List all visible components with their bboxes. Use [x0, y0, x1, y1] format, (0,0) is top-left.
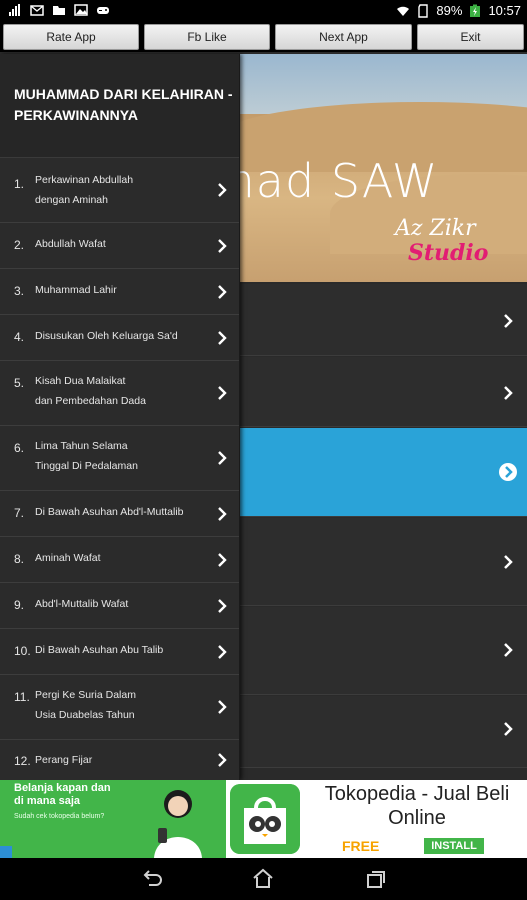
item-label: Perkawinan Abdullah dengan Aminah [35, 174, 134, 206]
recents-icon[interactable] [364, 867, 388, 891]
clock: 10:57 [488, 3, 521, 18]
chevron-right-icon [218, 553, 227, 567]
item-number: 6. [14, 441, 25, 455]
item-number: 1. [14, 177, 25, 191]
drawer-item-5[interactable]: 5. Kisah Dua Malaikat dan Pembedahan Dada [0, 361, 239, 426]
chevron-right-icon [504, 386, 513, 400]
chevron-right-icon [504, 722, 513, 736]
drawer-header: MUHAMMAD DARI KELAHIRAN - PERKAWINANNYA [0, 54, 239, 158]
drawer-item-3[interactable]: 3. Muhammad Lahir [0, 269, 239, 315]
item-label: Aminah Wafat [35, 552, 101, 564]
sd-card-icon [418, 3, 429, 18]
item-label: Di Bawah Asuhan Abu Talib [35, 644, 164, 656]
chevron-right-icon [218, 753, 227, 767]
item-label: Kisah Dua Malaikat dan Pembedahan Dada [35, 375, 146, 407]
ad-headline: Belanja kapan dan di mana saja [14, 782, 111, 807]
drawer-item-2[interactable]: 2. Abdullah Wafat [0, 223, 239, 269]
item-label: Muhammad Lahir [35, 284, 117, 296]
tokopedia-logo-icon [230, 784, 300, 854]
item-number: 7. [14, 506, 25, 520]
top-toolbar: Rate App Fb Like Next App Exit [0, 22, 527, 52]
item-label: Lima Tahun Selama Tinggal Di Pedalaman [35, 440, 138, 472]
chevron-right-icon [218, 645, 227, 659]
item-number: 5. [14, 376, 25, 390]
ad-subline: Sudah cek tokopedia belum? [14, 813, 105, 820]
ad-banner[interactable]: Belanja kapan dan di mana saja Sudah cek … [0, 780, 527, 858]
drawer-item-8[interactable]: 8. Aminah Wafat [0, 537, 239, 583]
install-button[interactable]: INSTALL [424, 838, 484, 854]
next-app-button[interactable]: Next App [275, 24, 412, 50]
brand-studio: Studio [408, 240, 489, 266]
adchoices-icon[interactable] [0, 846, 12, 858]
ad-app-name: Tokopedia - Jual Beli Online [324, 783, 510, 829]
app-screen: 89% 10:57 Rate App Fb Like Next App Exit… [0, 0, 527, 900]
battery-percent: 89% [436, 3, 463, 18]
notification-icons [8, 3, 110, 17]
image-icon [74, 4, 88, 16]
banner-title: mad SAW [210, 154, 439, 208]
exit-button[interactable]: Exit [417, 24, 524, 50]
wifi-icon [397, 6, 410, 16]
item-number: 3. [14, 284, 25, 298]
folder-icon [53, 6, 65, 15]
ad-model-image [154, 790, 202, 858]
item-number: 2. [14, 238, 25, 252]
battery-charging-icon [470, 4, 481, 17]
item-label: Disusukan Oleh Keluarga Sa'd [35, 330, 178, 342]
item-label: Perang Fijar [35, 754, 93, 766]
drawer-item-11[interactable]: 11. Pergi Ke Suria Dalam Usia Duabelas Ta… [0, 675, 239, 740]
drawer-item-1[interactable]: 1. Perkawinan Abdullah dengan Aminah [0, 158, 239, 223]
item-number: 10. [14, 644, 31, 658]
drawer-item-12[interactable]: 12. Perang Fijar [0, 740, 239, 780]
chevron-right-icon [218, 599, 227, 613]
home-icon[interactable] [251, 867, 275, 891]
mail-icon [30, 5, 44, 16]
item-label: Abdullah Wafat [35, 238, 106, 250]
chevron-right-icon [218, 451, 227, 465]
item-number: 11. [14, 690, 30, 704]
chevron-right-icon [218, 183, 227, 197]
item-label: Di Bawah Asuhan Abd'l-Muttalib [35, 506, 184, 518]
brand-name: Az Zikr [395, 216, 476, 241]
chevron-right-icon [218, 239, 227, 253]
ad-price: FREE [342, 838, 380, 854]
back-icon[interactable] [140, 867, 164, 891]
fb-like-button[interactable]: Fb Like [144, 24, 270, 50]
chevron-right-icon [499, 463, 517, 481]
item-label: Pergi Ke Suria Dalam Usia Duabelas Tahun [35, 689, 136, 721]
item-number: 4. [14, 330, 25, 344]
chevron-right-icon [218, 507, 227, 521]
drawer-item-9[interactable]: 9. Abd'l-Muttalib Wafat [0, 583, 239, 629]
navigation-drawer: MUHAMMAD DARI KELAHIRAN - PERKAWINANNYA … [0, 54, 240, 780]
drawer-item-10[interactable]: 10. Di Bawah Asuhan Abu Talib [0, 629, 239, 675]
status-bar: 89% 10:57 [0, 0, 527, 22]
chevron-right-icon [218, 700, 227, 714]
drawer-item-4[interactable]: 4. Disusukan Oleh Keluarga Sa'd [0, 315, 239, 361]
drawer-item-6[interactable]: 6. Lima Tahun Selama Tinggal Di Pedalaman [0, 426, 239, 491]
item-label: Abd'l-Muttalib Wafat [35, 598, 129, 610]
item-number: 9. [14, 598, 25, 612]
ad-promo-panel: Belanja kapan dan di mana saja Sudah cek … [0, 780, 226, 858]
chevron-right-icon [504, 643, 513, 657]
drawer-title: MUHAMMAD DARI KELAHIRAN - PERKAWINANNYA [14, 86, 233, 123]
rate-app-button[interactable]: Rate App [3, 24, 139, 50]
system-nav-bar [0, 858, 527, 900]
gamepad-icon [97, 7, 109, 14]
chevron-right-icon [504, 555, 513, 569]
chevron-right-icon [218, 386, 227, 400]
chevron-right-icon [218, 331, 227, 345]
signal-bars-icon [9, 4, 20, 16]
chevron-right-icon [218, 285, 227, 299]
chevron-right-icon [504, 314, 513, 328]
system-status: 89% 10:57 [396, 3, 521, 18]
item-number: 12. [14, 754, 31, 768]
drawer-item-7[interactable]: 7. Di Bawah Asuhan Abd'l-Muttalib [0, 491, 239, 537]
item-number: 8. [14, 552, 25, 566]
